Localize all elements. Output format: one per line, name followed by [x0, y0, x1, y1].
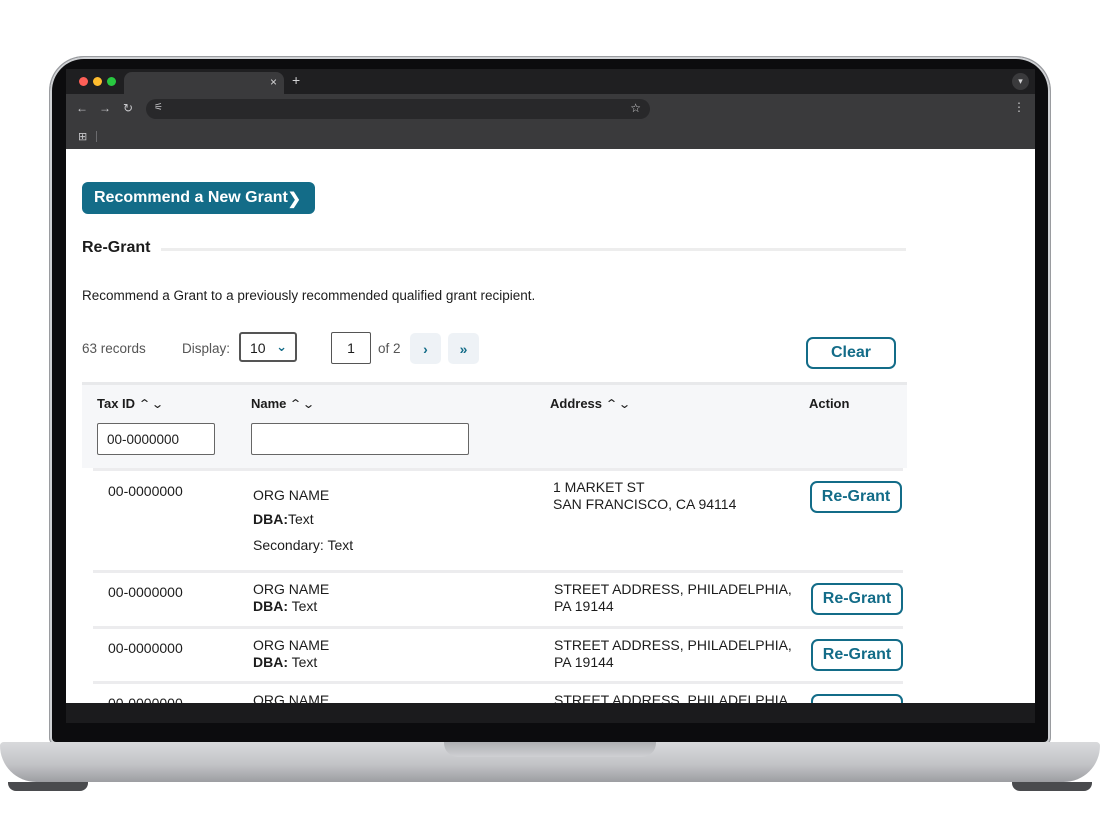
column-header-address[interactable]: Address ⌃⌄ [550, 396, 631, 411]
apps-grid-icon[interactable]: ⊞ [78, 130, 87, 143]
maximize-window-icon[interactable] [107, 77, 116, 86]
display-label: Display: [182, 341, 231, 356]
column-label: Name [251, 396, 287, 411]
re-grant-button[interactable]: Re-Grant [810, 481, 902, 513]
re-grant-button[interactable]: Re-Grant [811, 694, 903, 703]
org-name-cell: ORG NAME [253, 487, 330, 503]
tab-close-icon[interactable]: × [270, 75, 277, 89]
new-tab-icon[interactable]: + [292, 72, 300, 88]
address-line1: STREET ADDRESS, PHILADELPHIA, [554, 692, 792, 703]
next-page-button[interactable]: › [410, 333, 441, 364]
dba-label: DBA: [253, 511, 288, 527]
chevron-down-icon: ⌄ [276, 339, 287, 354]
address-line1: STREET ADDRESS, PHILADELPHIA, [554, 581, 792, 597]
tax-id-cell: 00-0000000 [108, 483, 183, 499]
browser-tab-bar: × + ▾ [66, 69, 1035, 94]
secondary-cell: Secondary: Text [253, 537, 354, 553]
laptop-foot-right [1012, 782, 1092, 791]
section-divider [161, 248, 906, 251]
page-number-input[interactable] [331, 332, 371, 364]
clear-filters-button[interactable]: Clear [806, 337, 896, 369]
forward-icon[interactable]: → [99, 101, 111, 115]
org-name-cell: ORG NAME [253, 637, 330, 653]
last-page-button[interactable]: » [448, 333, 479, 364]
tax-id-cell: 00-0000000 [108, 584, 183, 600]
laptop-notch [444, 742, 656, 757]
table-header: Tax ID ⌃⌄ Name ⌃⌄ Address ⌃⌄ Action [82, 382, 907, 468]
tax-id-filter-input[interactable] [97, 423, 215, 455]
browser-toolbar: ← → ↻ ⚟ ☆ ⋮ [66, 94, 1035, 124]
reload-icon[interactable]: ↻ [123, 101, 133, 115]
re-grant-button[interactable]: Re-Grant [811, 583, 903, 615]
tax-id-cell: 00-0000000 [108, 640, 183, 656]
bookmark-star-icon[interactable]: ☆ [630, 101, 641, 115]
page-content: Recommend a New Grant ❯ Re-Grant Recomme… [66, 149, 1035, 703]
page-total: of 2 [378, 341, 401, 356]
column-header-tax-id[interactable]: Tax ID ⌃⌄ [97, 396, 164, 411]
page-size-value: 10 [250, 340, 266, 356]
section-description: Recommend a Grant to a previously recomm… [82, 288, 536, 303]
bookmarks-bar: ⊞ [66, 124, 1035, 149]
tab-search-icon[interactable]: ▾ [1012, 73, 1029, 90]
page-size-select[interactable]: 10 ⌄ [239, 332, 297, 362]
dba-label: DBA: [253, 654, 288, 670]
dba-cell: DBA: Text [253, 654, 317, 671]
sort-icon[interactable]: ⌃⌄ [289, 397, 315, 411]
row-divider [93, 468, 903, 471]
minimize-window-icon[interactable] [93, 77, 102, 86]
address-line2: PA 19144 [554, 598, 614, 614]
org-name-cell: ORG NAME [253, 581, 330, 597]
laptop-foot-left [8, 782, 88, 791]
recommend-new-grant-label: Recommend a New Grant [94, 189, 288, 206]
row-divider [93, 626, 903, 629]
address-line1: 1 MARKET ST [553, 479, 645, 495]
screen: × + ▾ ← → ↻ ⚟ ☆ ⋮ ⊞ Recommend a New Gran… [66, 69, 1035, 703]
row-divider [93, 570, 903, 573]
address-line2: PA 19144 [554, 654, 614, 670]
address-bar[interactable]: ⚟ ☆ [146, 99, 650, 119]
dba-label: DBA: [253, 598, 288, 614]
screen-bezel-bottom [66, 703, 1035, 723]
column-label: Address [550, 396, 603, 411]
column-header-name[interactable]: Name ⌃⌄ [251, 396, 316, 411]
tax-id-cell: 00-0000000 [108, 695, 183, 703]
browser-menu-icon[interactable]: ⋮ [1013, 100, 1025, 114]
chevron-right-icon: ❯ [287, 191, 301, 208]
dba-value: Text [288, 654, 318, 670]
dba-cell: DBA:Text [253, 511, 314, 528]
column-label: Tax ID [97, 396, 136, 411]
close-window-icon[interactable] [79, 77, 88, 86]
section-title: Re-Grant [82, 239, 151, 256]
column-header-action: Action [809, 396, 850, 411]
record-count: 63 records [82, 341, 146, 356]
browser-tab[interactable]: × [124, 72, 284, 94]
org-name-cell: ORG NAME [253, 692, 330, 703]
address-line1: STREET ADDRESS, PHILADELPHIA, [554, 637, 792, 653]
back-icon[interactable]: ← [76, 101, 88, 115]
sort-icon[interactable]: ⌃⌄ [605, 397, 631, 411]
sort-icon[interactable]: ⌃⌄ [138, 397, 164, 411]
re-grant-button[interactable]: Re-Grant [811, 639, 903, 671]
recommend-new-grant-button[interactable]: Recommend a New Grant ❯ [82, 182, 315, 214]
dba-cell: DBA: Text [253, 598, 317, 615]
bookmarks-divider [96, 131, 97, 142]
dba-value: Text [288, 511, 314, 527]
row-divider [93, 681, 903, 684]
address-line2: SAN FRANCISCO, CA 94114 [553, 496, 737, 512]
dba-value: Text [288, 598, 318, 614]
site-settings-icon[interactable]: ⚟ [154, 102, 163, 113]
name-filter-input[interactable] [251, 423, 469, 455]
